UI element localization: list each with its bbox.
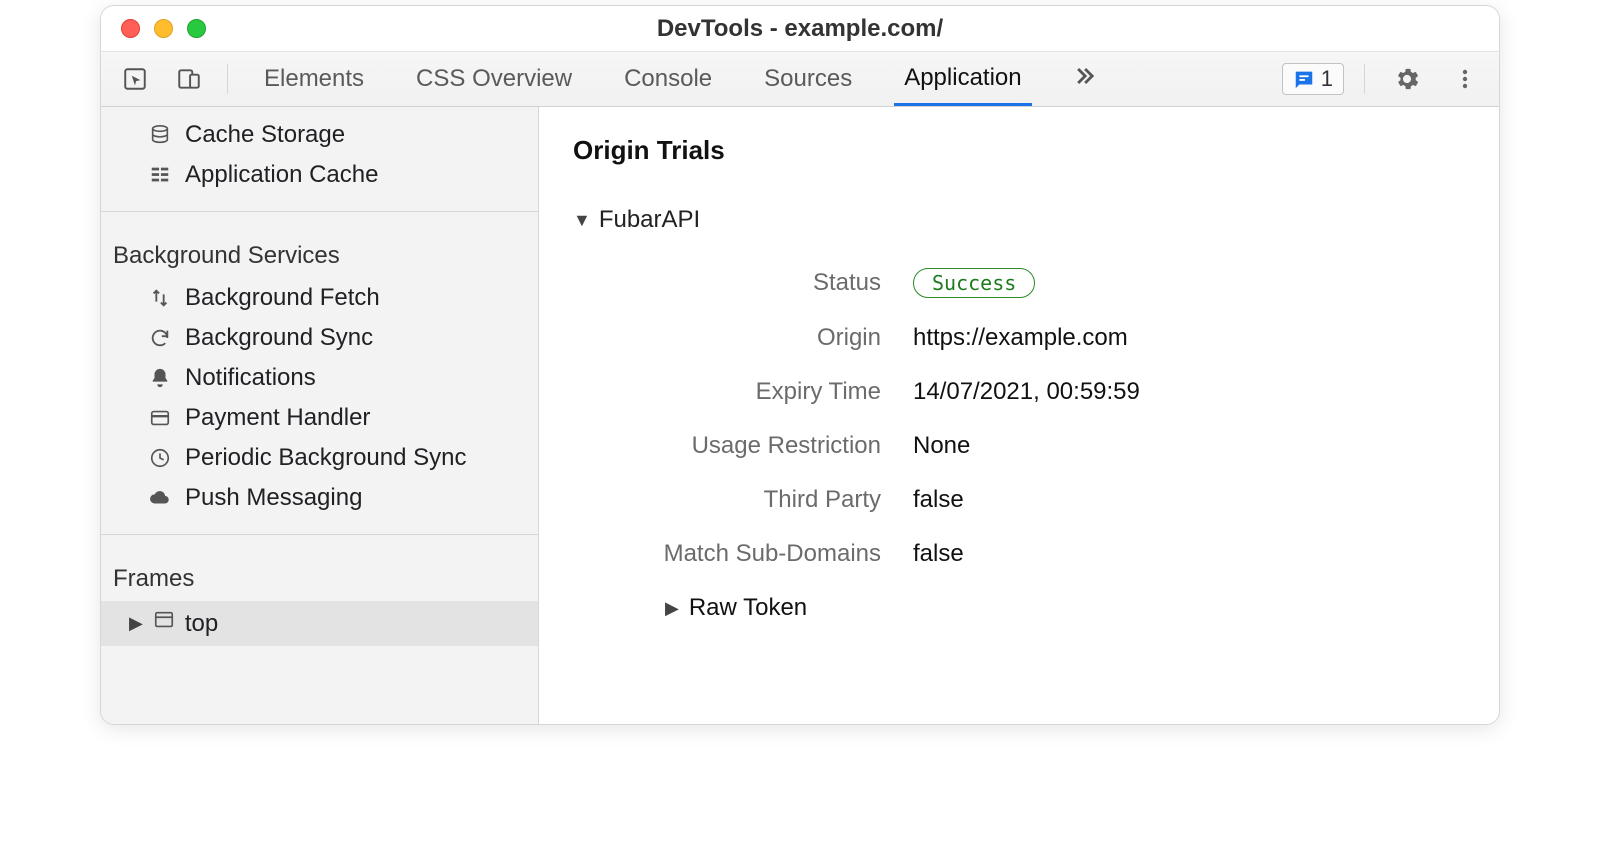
panel-tabs: Elements CSS Overview Console Sources Ap… [254, 52, 1104, 106]
minimize-button[interactable] [154, 19, 173, 38]
transfer-icon [147, 287, 173, 309]
value-status: Success [913, 268, 1465, 298]
traffic-lights [121, 19, 206, 38]
value-third-party: false [913, 486, 1465, 514]
trial-name: FubarAPI [599, 206, 700, 234]
label-status: Status [641, 269, 881, 297]
device-toolbar-icon[interactable] [167, 59, 211, 99]
gear-icon[interactable] [1385, 59, 1429, 99]
sidebar-section-background: Background Services [101, 228, 538, 278]
value-match-subdomains: false [913, 540, 1465, 568]
body: Cache Storage Application Cache Backgrou… [101, 107, 1499, 724]
expand-right-icon: ▶ [665, 598, 679, 619]
frame-icon [153, 609, 175, 638]
trial-expander[interactable]: ▼ FubarAPI [573, 206, 1465, 234]
status-badge: Success [913, 268, 1035, 298]
sidebar-item-label: top [185, 610, 218, 638]
bell-icon [147, 367, 173, 389]
value-origin: https://example.com [913, 324, 1465, 352]
row-usage: Usage Restriction None [641, 432, 1465, 460]
issues-count: 1 [1321, 66, 1333, 92]
tab-console[interactable]: Console [614, 52, 722, 106]
window-title: DevTools - example.com/ [657, 15, 943, 43]
main-toolbar: Elements CSS Overview Console Sources Ap… [101, 51, 1499, 107]
tab-elements[interactable]: Elements [254, 52, 374, 106]
tab-css-overview[interactable]: CSS Overview [406, 52, 582, 106]
sidebar-item-payment-handler[interactable]: Payment Handler [101, 398, 538, 438]
sidebar-item-label: Notifications [185, 364, 316, 392]
sidebar-item-background-sync[interactable]: Background Sync [101, 318, 538, 358]
titlebar: DevTools - example.com/ [101, 6, 1499, 51]
sidebar-item-label: Payment Handler [185, 404, 370, 432]
expand-down-icon: ▼ [573, 210, 591, 231]
row-third-party: Third Party false [641, 486, 1465, 514]
sidebar-item-label: Cache Storage [185, 121, 345, 149]
sidebar-frames: Frames ▶ top [101, 543, 538, 646]
tab-sources[interactable]: Sources [754, 52, 862, 106]
label-usage: Usage Restriction [641, 432, 881, 460]
expand-right-icon: ▶ [129, 613, 143, 634]
row-status: Status Success [641, 268, 1465, 298]
row-origin: Origin https://example.com [641, 324, 1465, 352]
sidebar-item-label: Background Fetch [185, 284, 380, 312]
label-match-subdomains: Match Sub-Domains [641, 540, 881, 568]
label-expiry: Expiry Time [641, 378, 881, 406]
toolbar-divider-2 [1364, 64, 1365, 94]
tab-application[interactable]: Application [894, 52, 1031, 106]
row-match-subdomains: Match Sub-Domains false [641, 540, 1465, 568]
toolbar-divider [227, 64, 228, 94]
sidebar-item-push-messaging[interactable]: Push Messaging [101, 478, 538, 518]
sidebar-item-frame-top[interactable]: ▶ top [101, 601, 538, 646]
kebab-menu-icon[interactable] [1443, 59, 1487, 99]
credit-card-icon [147, 407, 173, 429]
inspect-icon[interactable] [113, 59, 157, 99]
devtools-window: DevTools - example.com/ Elements CSS Ove… [100, 5, 1500, 725]
raw-token-label: Raw Token [689, 594, 807, 622]
zoom-button[interactable] [187, 19, 206, 38]
database-icon [147, 124, 173, 146]
sidebar-item-periodic-sync[interactable]: Periodic Background Sync [101, 438, 538, 478]
trial-details: Status Success Origin https://example.co… [641, 268, 1465, 622]
label-origin: Origin [641, 324, 881, 352]
grid-icon [147, 164, 173, 186]
sidebar-item-label: Push Messaging [185, 484, 362, 512]
row-expiry: Expiry Time 14/07/2021, 00:59:59 [641, 378, 1465, 406]
issues-icon [1293, 68, 1315, 90]
sidebar-item-notifications[interactable]: Notifications [101, 358, 538, 398]
clock-icon [147, 447, 173, 469]
value-expiry: 14/07/2021, 00:59:59 [913, 378, 1465, 406]
sidebar-section-frames: Frames [101, 551, 538, 601]
sync-icon [147, 327, 173, 349]
sidebar: Cache Storage Application Cache Backgrou… [101, 107, 539, 724]
sidebar-item-label: Application Cache [185, 161, 378, 189]
sidebar-divider [101, 534, 538, 535]
sidebar-item-application-cache[interactable]: Application Cache [101, 155, 538, 195]
sidebar-bg-services: Background Services Background Fetch Bac… [101, 220, 538, 526]
sidebar-divider [101, 211, 538, 212]
issues-button[interactable]: 1 [1282, 63, 1344, 95]
value-usage: None [913, 432, 1465, 460]
sidebar-item-background-fetch[interactable]: Background Fetch [101, 278, 538, 318]
tabs-overflow-icon[interactable] [1064, 62, 1104, 97]
sidebar-item-cache-storage[interactable]: Cache Storage [101, 115, 538, 155]
cloud-icon [147, 487, 173, 509]
raw-token-expander[interactable]: ▶ Raw Token [665, 594, 1465, 622]
content-heading: Origin Trials [573, 135, 1465, 166]
close-button[interactable] [121, 19, 140, 38]
sidebar-cache: Cache Storage Application Cache [101, 107, 538, 203]
sidebar-item-label: Periodic Background Sync [185, 444, 466, 472]
sidebar-item-label: Background Sync [185, 324, 373, 352]
label-third-party: Third Party [641, 486, 881, 514]
content-pane: Origin Trials ▼ FubarAPI Status Success … [539, 107, 1499, 724]
